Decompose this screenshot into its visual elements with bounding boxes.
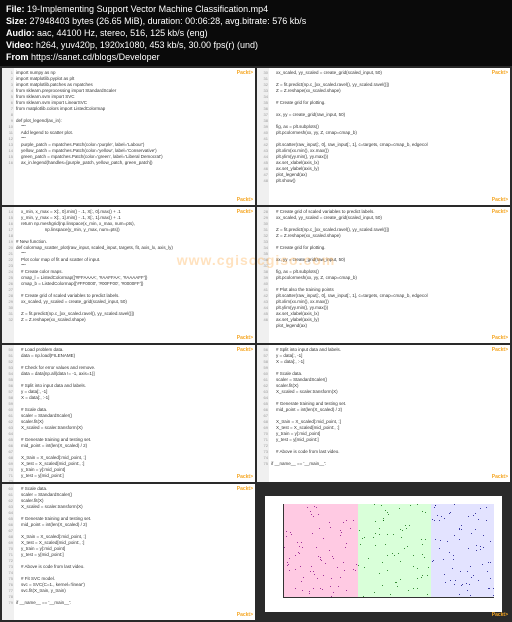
code-content: # Scale data. scaler = StandardScaler() … [2,484,255,621]
thumb-1: 12345678910111213141516 import numpy as … [2,68,255,205]
brand-logo: Packt> [492,612,508,618]
brand-logo: Packt> [237,335,253,341]
thumb-7: 6061626364656667686970717273747576777879… [2,484,255,621]
code-content: x_min, x_max = X[:, 0].min() - .1, X[:, … [2,207,255,344]
thumb-6: 5657585960616263646566676869707172737475… [257,345,510,482]
brand-logo: Packt> [492,209,508,215]
from-label: From [6,52,29,62]
thumb-4: 28293031323334353637383940414243444546 #… [257,207,510,344]
code-content: import numpy as np import matplotlib.pyp… [2,68,255,205]
video-label: Video: [6,40,33,50]
brand-logo: Packt> [492,335,508,341]
brand-logo: Packt> [492,197,508,203]
brand-logo: Packt> [492,70,508,76]
brand-logo: Packt> [237,197,253,203]
from-url: https://sanet.cd/blogs/Developer [31,52,160,62]
thumb-3: 14151617181920212223242526272829303132 x… [2,207,255,344]
video-value: h264, yuv420p, 1920x1080, 453 kb/s, 30.0… [36,40,258,50]
size-value: 27948403 bytes (26.65 MiB), duration: 00… [30,16,307,26]
brand-logo: Packt> [237,209,253,215]
code-content: xx_scaled, yy_scaled = create_grid(scale… [257,68,510,205]
brand-logo: Packt> [237,612,253,618]
brand-logo: Packt> [237,486,253,492]
file-info-header: File: 19-Implementing Support Vector Mac… [0,0,512,66]
thumb-5: 5051525354555657585960616263646566676869… [2,345,255,482]
plot-area [283,504,494,599]
audio-label: Audio: [6,28,35,38]
thumb-2: 30313233343536373839404142434445464748 x… [257,68,510,205]
brand-logo: Packt> [237,347,253,353]
code-content: # Create grid of scaled variables to pre… [257,207,510,344]
brand-logo: Packt> [492,474,508,480]
scatter-points [284,504,494,598]
size-label: Size: [6,16,27,26]
brand-logo: Packt> [237,474,253,480]
file-name: 19-Implementing Support Vector Machine C… [27,4,268,14]
thumbnail-grid: 12345678910111213141516 import numpy as … [0,66,512,622]
brand-logo: Packt> [492,347,508,353]
file-label: File: [6,4,25,14]
brand-logo: Packt> [237,70,253,76]
audio-value: aac, 44100 Hz, stereo, 516, 125 kb/s (en… [37,28,208,38]
code-content: # Split into input data and labels. y = … [257,345,510,482]
code-content: # Load problem data. data = np.load(FILE… [2,345,255,482]
thumb-8-plot: Packt> [257,484,510,621]
